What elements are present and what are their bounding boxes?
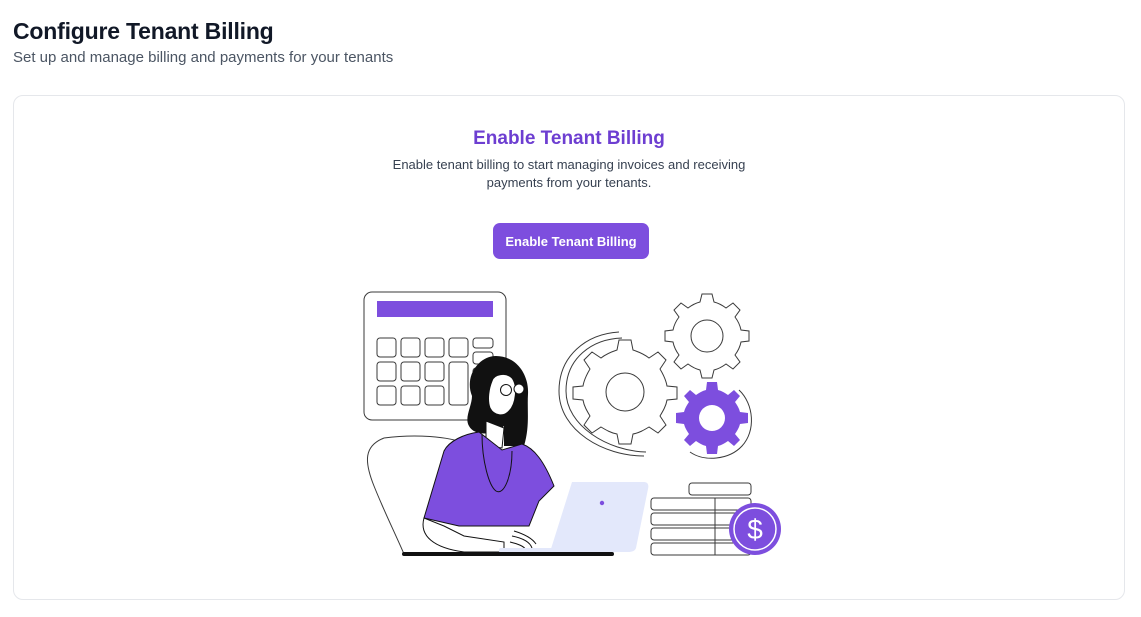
page-subtitle: Set up and manage billing and payments f…: [13, 49, 394, 66]
chair-outline: [366, 437, 405, 555]
card-description: Enable tenant billing to start managing …: [392, 157, 746, 190]
billing-illustration: $: [363, 291, 781, 556]
purple-gear-icon: [676, 382, 748, 454]
billing-setup-card: Enable Tenant Billing Enable tenant bill…: [13, 95, 1125, 600]
page-title: Configure Tenant Billing: [13, 18, 274, 44]
card-title: Enable Tenant Billing: [473, 128, 665, 149]
page-header: Configure Tenant Billing Set up and mana…: [13, 16, 393, 68]
desk-line: [402, 552, 614, 556]
enable-tenant-billing-button[interactable]: Enable Tenant Billing: [493, 223, 649, 259]
svg-text:$: $: [747, 514, 763, 545]
dollar-coin-icon: $: [729, 503, 781, 555]
